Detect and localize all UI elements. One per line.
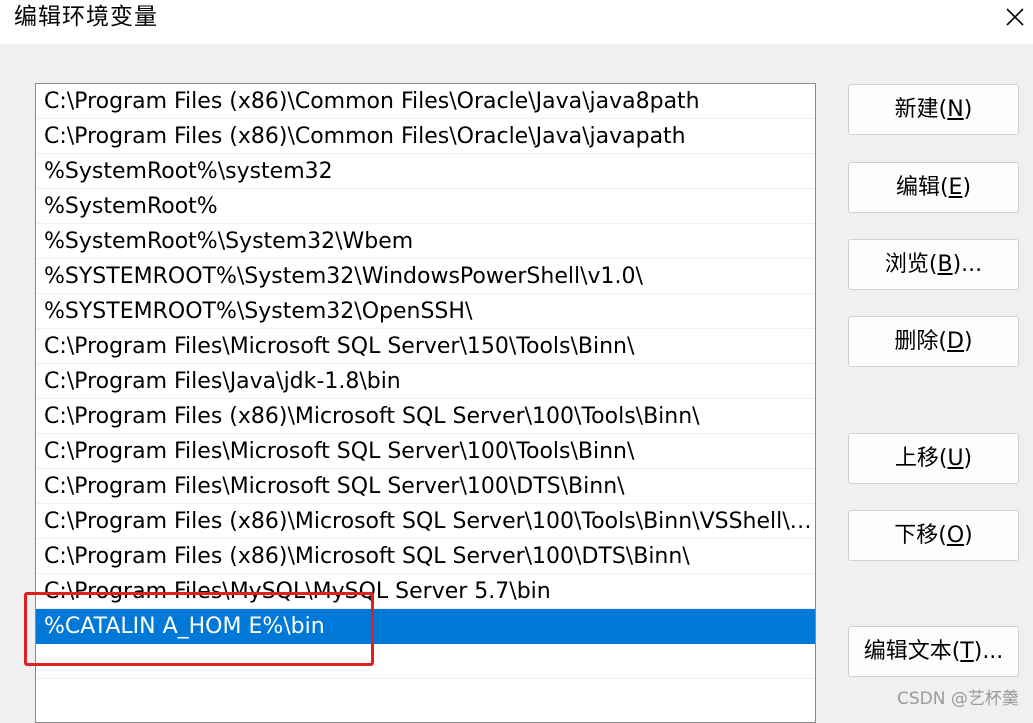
path-item-15[interactable]: C:\Program Files\MySQL\MySQL Server 5.7\… — [36, 574, 815, 609]
window-title: 编辑环境变量 — [14, 4, 158, 30]
path-item-1[interactable]: C:\Program Files (x86)\Common Files\Orac… — [36, 84, 815, 119]
edit-text-button[interactable]: 编辑文本(T)... — [848, 626, 1019, 677]
path-list[interactable]: C:\Program Files (x86)\Common Files\Orac… — [35, 83, 816, 723]
path-item-12[interactable]: C:\Program Files\Microsoft SQL Server\10… — [36, 469, 815, 504]
browse-button[interactable]: 浏览(B)... — [848, 239, 1019, 290]
edit-button[interactable]: 编辑(E) — [848, 162, 1019, 213]
path-item-4[interactable]: %SystemRoot% — [36, 189, 815, 224]
path-item-14[interactable]: C:\Program Files (x86)\Microsoft SQL Ser… — [36, 539, 815, 574]
path-item-5[interactable]: %SystemRoot%\System32\Wbem — [36, 224, 815, 259]
path-item-11[interactable]: C:\Program Files\Microsoft SQL Server\10… — [36, 434, 815, 469]
close-icon — [1005, 8, 1024, 26]
path-item-3[interactable]: %SystemRoot%\system32 — [36, 154, 815, 189]
title-bar: 编辑环境变量 — [0, 0, 1033, 44]
path-item-7[interactable]: %SYSTEMROOT%\System32\OpenSSH\ — [36, 294, 815, 329]
close-button[interactable] — [996, 0, 1033, 34]
path-item-17[interactable] — [36, 644, 815, 679]
path-item-16[interactable]: %CATALIN A_HOM E%\bin — [36, 609, 815, 644]
path-item-10[interactable]: C:\Program Files (x86)\Microsoft SQL Ser… — [36, 399, 815, 434]
path-item-13[interactable]: C:\Program Files (x86)\Microsoft SQL Ser… — [36, 504, 815, 539]
watermark: CSDN @艺杯羹 — [897, 689, 1019, 709]
move-up-button[interactable]: 上移(U) — [848, 433, 1019, 484]
path-item-8[interactable]: C:\Program Files\Microsoft SQL Server\15… — [36, 329, 815, 364]
new-button[interactable]: 新建(N) — [848, 84, 1019, 135]
move-down-button[interactable]: 下移(O) — [848, 510, 1019, 561]
delete-button[interactable]: 删除(D) — [848, 316, 1019, 367]
path-item-9[interactable]: C:\Program Files\Java\jdk-1.8\bin — [36, 364, 815, 399]
path-item-2[interactable]: C:\Program Files (x86)\Common Files\Orac… — [36, 119, 815, 154]
path-item-6[interactable]: %SYSTEMROOT%\System32\WindowsPowerShell\… — [36, 259, 815, 294]
